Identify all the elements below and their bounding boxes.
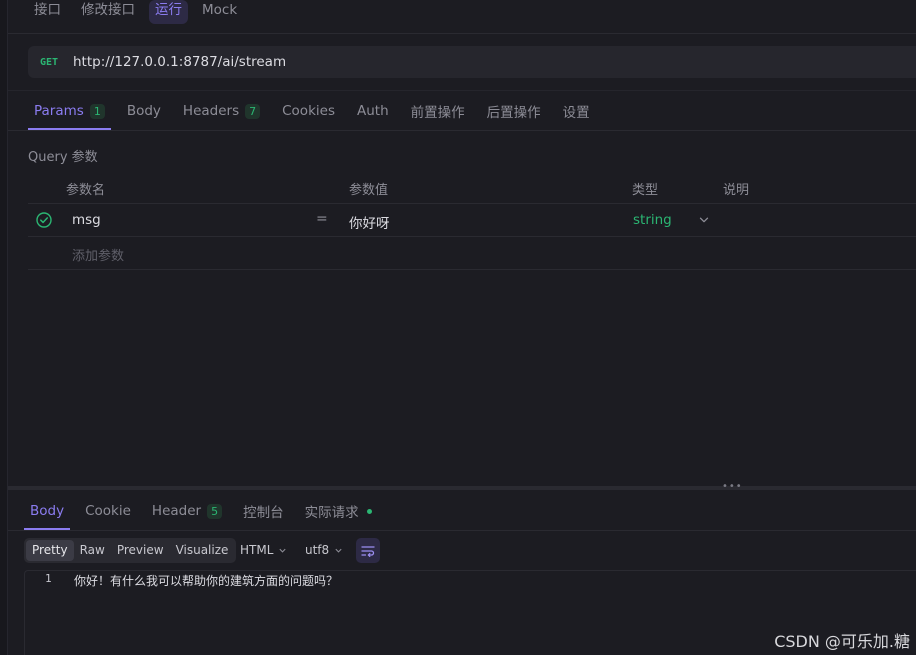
http-method-badge[interactable]: GET <box>40 57 68 68</box>
divider <box>8 530 916 531</box>
param-name-input[interactable]: msg <box>72 212 101 228</box>
tab-headers[interactable]: Headers 7 <box>177 92 266 130</box>
resize-handle[interactable] <box>8 486 916 490</box>
count-badge: 5 <box>207 503 223 519</box>
divider <box>8 90 916 91</box>
encoding-select-value: utf8 <box>305 543 330 557</box>
wrap-lines-icon <box>361 545 375 557</box>
tab-pre-operations[interactable]: 前置操作 <box>405 92 471 130</box>
table-divider <box>28 269 916 270</box>
encoding-select[interactable]: utf8 <box>305 538 343 563</box>
count-badge: 1 <box>89 103 105 119</box>
view-mode-switch: Pretty Raw Preview Visualize <box>24 538 237 563</box>
view-visualize-button[interactable]: Visualize <box>170 540 235 561</box>
tab-body[interactable]: Body <box>121 92 167 130</box>
tab-interface[interactable]: 接口 <box>28 0 67 24</box>
tab-label: Header <box>151 503 202 519</box>
tab-response-header[interactable]: Header 5 <box>146 492 228 530</box>
tab-label: Cookies <box>282 103 335 119</box>
tab-label: Params <box>34 103 84 119</box>
tab-response-body[interactable]: Body <box>24 492 71 530</box>
tab-label: 后置操作 <box>486 105 541 121</box>
tab-run[interactable]: 运行 <box>149 0 188 24</box>
tab-label: 控制台 <box>243 505 284 521</box>
tab-label: 设置 <box>562 105 590 121</box>
drag-dots-icon[interactable]: ••• <box>722 481 743 492</box>
tab-edit-interface[interactable]: 修改接口 <box>75 0 141 24</box>
equals-sign: = <box>316 211 328 227</box>
tab-params[interactable]: Params 1 <box>28 92 111 130</box>
tab-actual-request[interactable]: 实际请求 <box>299 492 378 530</box>
param-type-select[interactable]: string <box>633 212 672 228</box>
watermark: CSDN @可乐加.糖 <box>774 632 910 651</box>
tab-post-operations[interactable]: 后置操作 <box>481 92 547 130</box>
chevron-down-icon <box>279 548 286 553</box>
tab-auth[interactable]: Auth <box>351 92 395 130</box>
response-tabs: Body Cookie Header 5 控制台 实际请求 <box>24 492 387 530</box>
column-header-description: 说明 <box>723 183 750 198</box>
tab-label: 前置操作 <box>410 105 465 121</box>
top-tabs: 接口 修改接口 运行 Mock <box>28 0 243 24</box>
tab-label: Headers <box>182 103 240 119</box>
format-select[interactable]: HTML <box>240 538 287 563</box>
divider <box>8 130 916 131</box>
word-wrap-button[interactable] <box>356 538 380 563</box>
tab-settings[interactable]: 设置 <box>557 92 596 130</box>
url-input[interactable]: http://127.0.0.1:8787/ai/stream <box>73 54 286 70</box>
tab-mock[interactable]: Mock <box>196 0 243 24</box>
divider <box>8 33 916 34</box>
chevron-down-icon[interactable] <box>698 214 710 226</box>
count-badge: 7 <box>245 103 261 119</box>
tab-label: Body <box>30 503 65 519</box>
table-divider <box>28 203 916 204</box>
column-header-value: 参数值 <box>349 183 389 198</box>
query-params-title: Query 参数 <box>28 150 98 165</box>
column-header-type: 类型 <box>632 183 659 198</box>
tab-response-cookie[interactable]: Cookie <box>79 492 137 530</box>
line-number: 1 <box>45 572 52 585</box>
column-header-name: 参数名 <box>66 183 106 198</box>
table-divider <box>28 236 916 237</box>
add-param-input[interactable]: 添加参数 <box>72 245 124 264</box>
view-pretty-button[interactable]: Pretty <box>26 540 74 561</box>
param-value-input[interactable]: 你好呀 <box>349 212 390 232</box>
tab-label: Cookie <box>85 503 131 519</box>
tab-label: 实际请求 <box>304 505 359 521</box>
check-circle-icon[interactable] <box>36 212 52 228</box>
view-raw-button[interactable]: Raw <box>74 540 111 561</box>
status-dot <box>366 508 372 514</box>
tab-label: Auth <box>356 103 389 119</box>
chevron-down-icon <box>335 548 342 553</box>
view-preview-button[interactable]: Preview <box>111 540 170 561</box>
request-tabs: Params 1 Body Headers 7 Cookies Auth 前置操… <box>28 92 606 130</box>
response-text-line[interactable]: 你好！有什么我可以帮助你的建筑方面的问题吗？ <box>74 572 338 589</box>
format-select-value: HTML <box>240 543 274 557</box>
tab-label: Body <box>126 103 161 119</box>
tab-console[interactable]: 控制台 <box>237 492 290 530</box>
left-panel-edge <box>0 0 8 655</box>
url-bar[interactable]: GET http://127.0.0.1:8787/ai/stream <box>28 46 916 78</box>
tab-cookies[interactable]: Cookies <box>276 92 341 130</box>
